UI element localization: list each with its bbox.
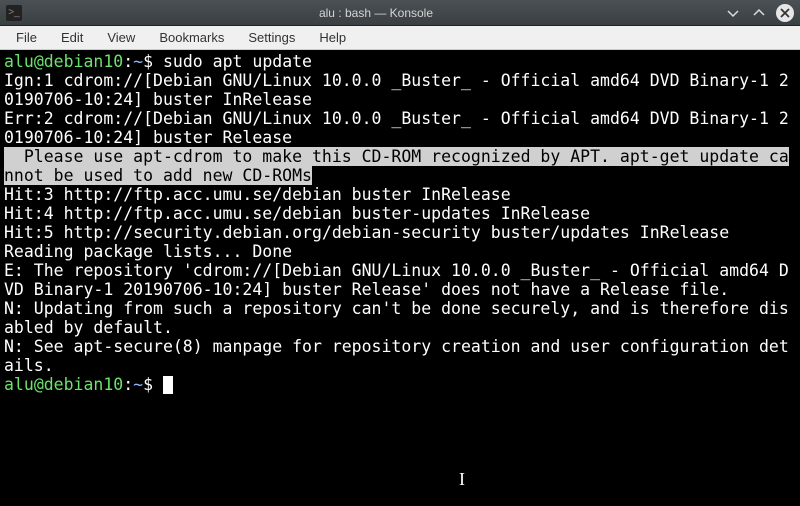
output-line: Hit:3 http://ftp.acc.umu.se/debian buste…	[4, 185, 511, 204]
menu-view[interactable]: View	[97, 28, 145, 47]
maximize-button[interactable]	[750, 4, 768, 22]
close-button[interactable]	[776, 4, 794, 22]
prompt-at: @	[34, 375, 44, 394]
prompt-symbol: $	[143, 52, 153, 71]
prompt-user: alu	[4, 52, 34, 71]
output-highlighted: Please use apt-cdrom to make this CD-ROM…	[4, 147, 789, 185]
titlebar: >_ alu : bash — Konsole	[0, 0, 800, 26]
output-line: Reading package lists... Done	[4, 242, 292, 261]
text-cursor-icon: I	[459, 470, 465, 489]
prompt-user: alu	[4, 375, 34, 394]
prompt-path: ~	[133, 52, 143, 71]
terminal[interactable]: alu@debian10:~$ sudo apt update Ign:1 cd…	[0, 50, 800, 506]
menu-bookmarks[interactable]: Bookmarks	[149, 28, 234, 47]
menu-settings[interactable]: Settings	[238, 28, 305, 47]
prompt-symbol: $	[143, 375, 153, 394]
output-line: N: See apt-secure(8) manpage for reposit…	[4, 337, 789, 375]
prompt-path: ~	[133, 375, 143, 394]
prompt-at: @	[34, 52, 44, 71]
menubar: File Edit View Bookmarks Settings Help	[0, 26, 800, 50]
output-line: E: The repository 'cdrom://[Debian GNU/L…	[4, 261, 789, 299]
menu-file[interactable]: File	[6, 28, 47, 47]
window-title: alu : bash — Konsole	[28, 6, 724, 20]
menu-help[interactable]: Help	[309, 28, 356, 47]
output-line: Hit:5 http://security.debian.org/debian-…	[4, 223, 729, 242]
app-icon: >_	[6, 5, 22, 21]
output-line: Err:2 cdrom://[Debian GNU/Linux 10.0.0 _…	[4, 109, 789, 147]
output-line: N: Updating from such a repository can't…	[4, 299, 789, 337]
window-controls	[724, 4, 800, 22]
output-line: Ign:1 cdrom://[Debian GNU/Linux 10.0.0 _…	[4, 71, 789, 109]
command: sudo apt update	[163, 52, 312, 71]
output-line: Hit:4 http://ftp.acc.umu.se/debian buste…	[4, 204, 590, 223]
cursor	[163, 376, 173, 394]
menu-edit[interactable]: Edit	[51, 28, 93, 47]
minimize-button[interactable]	[724, 4, 742, 22]
prompt-host: debian10	[44, 375, 123, 394]
prompt-host: debian10	[44, 52, 123, 71]
prompt-colon: :	[123, 375, 133, 394]
prompt-colon: :	[123, 52, 133, 71]
